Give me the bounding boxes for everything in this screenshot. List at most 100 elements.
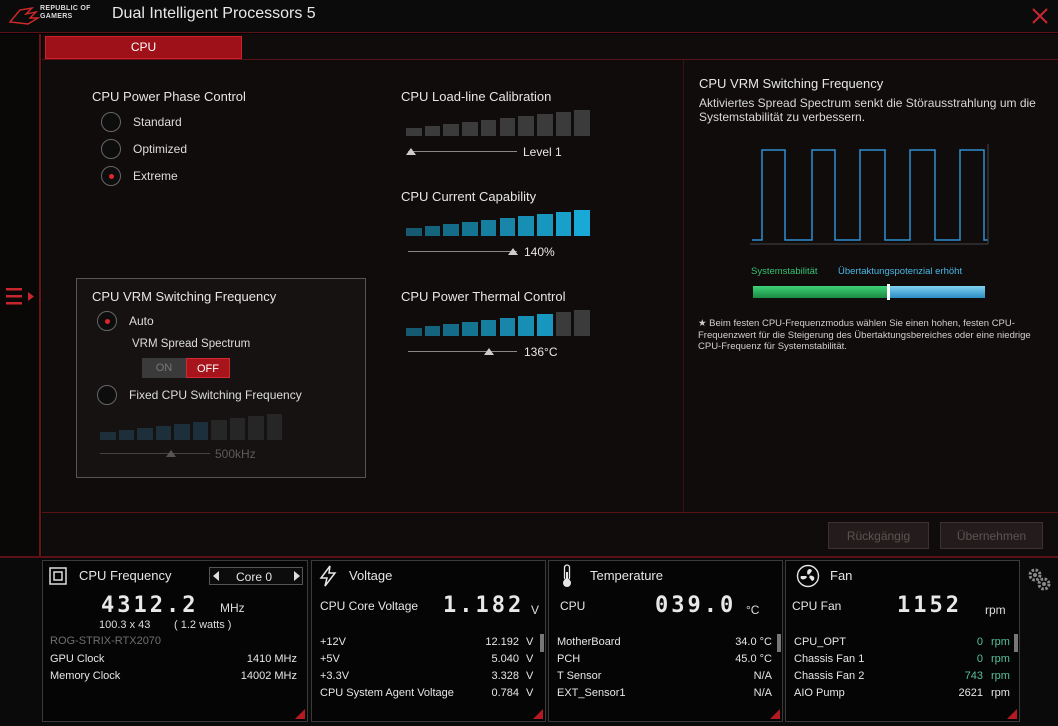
panel-expand-corner[interactable]	[533, 709, 543, 719]
list-item: +3.3V	[320, 670, 350, 682]
list-item-unit: rpm	[991, 636, 1010, 648]
list-item-unit: V	[526, 653, 534, 665]
level-bar	[574, 210, 590, 236]
stability-marker	[887, 284, 890, 300]
radio-vrm-auto[interactable]	[97, 311, 117, 331]
fixed-frequency-track	[100, 453, 210, 454]
radio-standard[interactable]	[101, 112, 121, 132]
radio-extreme[interactable]	[101, 166, 121, 186]
level-bar	[137, 428, 153, 440]
level-bar	[229, 418, 245, 440]
list-item-value: N/A	[753, 687, 772, 699]
level-bar	[555, 212, 572, 236]
cpu-ratio: 100.3 x 43	[99, 619, 151, 631]
thermal-value: 136°C	[524, 345, 558, 359]
level-bar	[443, 324, 460, 336]
core-prev-icon[interactable]	[213, 571, 219, 581]
info-description: Aktiviertes Spread Spectrum senkt die St…	[699, 96, 1036, 124]
list-item-value: 0	[976, 653, 983, 665]
gears-icon[interactable]	[1026, 566, 1052, 592]
apply-button[interactable]: Übernehmen	[940, 522, 1043, 549]
close-x-icon[interactable]	[1030, 6, 1050, 26]
level-bar	[462, 122, 478, 136]
radio-optimized[interactable]	[101, 139, 121, 159]
list-item-unit: rpm	[991, 670, 1010, 682]
panel-divider	[683, 60, 684, 512]
cpu-core-voltage-value: 1.182	[443, 593, 525, 618]
radio-standard-label[interactable]: Standard	[133, 115, 182, 129]
radio-extreme-label[interactable]: Extreme	[133, 169, 178, 183]
list-item-value: 0.784	[491, 687, 519, 699]
fan-panel: Fan CPU Fan 1152 rpm CPU_OPT 0 rpm Chass…	[785, 560, 1020, 722]
list-item-value: 12.192	[485, 636, 519, 648]
note-star-icon: ★	[698, 318, 707, 329]
temperature-title: Temperature	[590, 568, 663, 583]
temperature-scrollbar[interactable]	[777, 634, 781, 652]
level-bar	[155, 426, 171, 440]
thermal-track	[408, 351, 517, 352]
thermal-bars	[406, 310, 590, 336]
undo-button[interactable]: Rückgängig	[828, 522, 929, 549]
cpu-frequency-unit: MHz	[220, 601, 245, 615]
spread-toggle-off[interactable]: OFF	[186, 358, 230, 378]
list-item: CPU_OPT	[794, 636, 846, 648]
level-bar	[406, 228, 422, 236]
level-bar	[424, 126, 441, 136]
list-item: T Sensor	[557, 670, 602, 682]
list-item: GPU Clock	[50, 653, 105, 665]
level-bar	[462, 222, 478, 236]
level-bar	[192, 422, 208, 440]
info-note: ★ Beim festen CPU-Frequenzmodus wählen S…	[698, 318, 1043, 353]
cpu-fan-unit: rpm	[985, 603, 1006, 617]
core-selector[interactable]: Core 0	[209, 567, 303, 585]
list-item-unit: V	[526, 636, 534, 648]
level-bar	[443, 224, 460, 236]
loadline-thumb[interactable]	[406, 148, 416, 155]
panel-expand-corner[interactable]	[770, 709, 780, 719]
level-bar	[555, 312, 572, 336]
radio-vrm-fixed-label[interactable]: Fixed CPU Switching Frequency	[129, 388, 302, 402]
core-next-icon[interactable]	[294, 571, 300, 581]
radio-vrm-auto-label[interactable]: Auto	[129, 314, 154, 328]
fixed-frequency-thumb[interactable]	[166, 450, 176, 457]
list-item: Chassis Fan 1	[794, 653, 865, 665]
cpu-fan-value: 1152	[897, 593, 962, 618]
panel-expand-corner[interactable]	[1007, 709, 1017, 719]
rog-logo-text: REPUBLIC OF GAMERS	[40, 5, 91, 20]
level-bar	[266, 414, 282, 440]
list-item-unit: V	[526, 670, 534, 682]
list-item-value: 45.0 °C	[735, 653, 772, 665]
list-item-value: 2621	[958, 687, 983, 699]
current-thumb[interactable]	[508, 248, 518, 255]
radio-optimized-label[interactable]: Optimized	[133, 142, 187, 156]
list-item: +12V	[320, 636, 346, 648]
menu-expand-icon[interactable]	[6, 286, 36, 308]
level-bar	[536, 114, 553, 136]
note-text: Beim festen CPU-Frequenzmodus wählen Sie…	[698, 318, 1031, 352]
list-item-unit: rpm	[991, 653, 1010, 665]
cpu-core-voltage-unit: V	[531, 603, 540, 617]
spread-toggle-on[interactable]: ON	[142, 358, 186, 378]
level-bar	[574, 110, 590, 136]
level-bar	[248, 416, 264, 440]
list-item-unit: V	[526, 687, 534, 699]
current-bars	[406, 210, 590, 236]
thermal-title: CPU Power Thermal Control	[401, 289, 566, 304]
list-item: Chassis Fan 2	[794, 670, 865, 682]
list-item-value: 1410 MHz	[246, 653, 297, 665]
level-bar	[211, 420, 227, 440]
level-bar	[462, 322, 478, 336]
fan-scrollbar[interactable]	[1014, 634, 1018, 652]
list-item-value: 5.040	[491, 653, 519, 665]
list-item-value: 3.328	[491, 670, 519, 682]
voltage-scrollbar[interactable]	[540, 634, 544, 652]
thermal-thumb[interactable]	[484, 348, 494, 355]
app-title: Dual Intelligent Processors 5	[112, 5, 316, 22]
radio-vrm-fixed[interactable]	[97, 385, 117, 405]
loadline-bars	[406, 110, 590, 136]
panel-expand-corner[interactable]	[295, 709, 305, 719]
level-bar	[174, 424, 190, 440]
temperature-panel: Temperature CPU 039.0 °C MotherBoard 34.…	[548, 560, 783, 722]
tab-cpu[interactable]: CPU	[45, 36, 242, 59]
thermometer-icon	[563, 564, 571, 587]
